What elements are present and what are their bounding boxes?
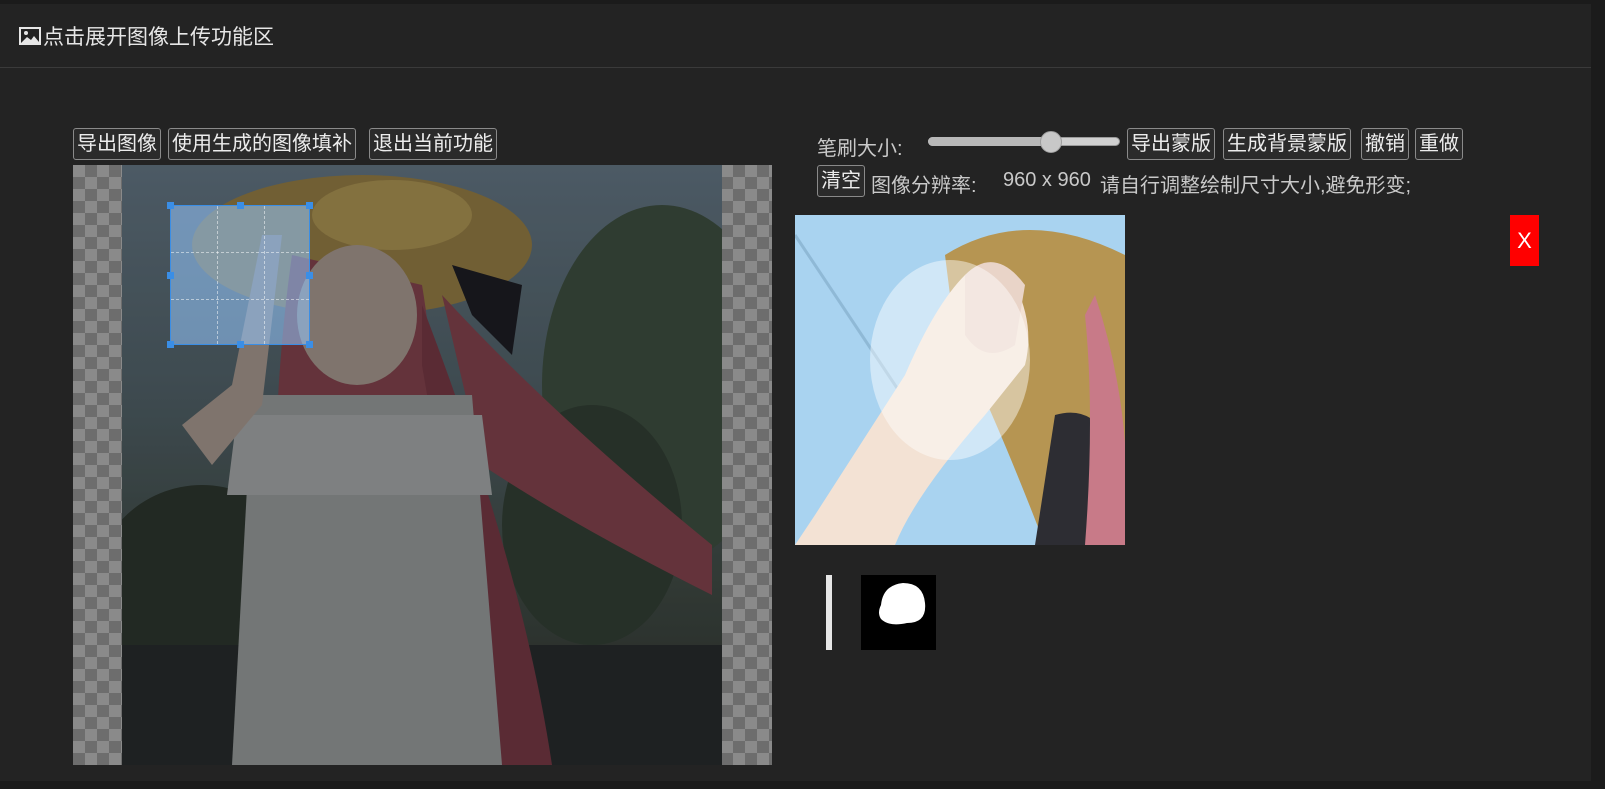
slider-fill bbox=[928, 137, 1051, 146]
resolution-value: 960 x 960 bbox=[1003, 169, 1091, 191]
exit-function-button[interactable]: 退出当前功能 bbox=[369, 128, 497, 160]
image-icon bbox=[19, 26, 41, 45]
crop-handle-left[interactable] bbox=[167, 272, 174, 279]
crop-selection-box[interactable] bbox=[167, 202, 313, 348]
redo-button[interactable]: 重做 bbox=[1415, 128, 1463, 160]
mask-shape bbox=[879, 583, 926, 625]
export-mask-button[interactable]: 导出蒙版 bbox=[1127, 128, 1215, 160]
cropped-preview-image bbox=[795, 215, 1125, 545]
brush-color-indicator bbox=[826, 575, 832, 650]
crop-grid-line bbox=[217, 206, 218, 344]
mask-thumbnail[interactable] bbox=[861, 575, 936, 650]
crop-handle-bottom-left[interactable] bbox=[167, 341, 174, 348]
crop-handle-bottom[interactable] bbox=[237, 341, 244, 348]
crop-grid-line bbox=[171, 299, 309, 300]
resolution-label: 图像分辨率: bbox=[871, 175, 977, 197]
crop-handle-top-right[interactable] bbox=[306, 202, 313, 209]
brush-size-slider[interactable] bbox=[928, 131, 1120, 153]
brush-size-label: 笔刷大小: bbox=[817, 138, 903, 160]
crop-handle-bottom-right[interactable] bbox=[306, 341, 313, 348]
generate-background-mask-button[interactable]: 生成背景蒙版 bbox=[1223, 128, 1351, 160]
slider-thumb[interactable] bbox=[1040, 131, 1062, 153]
export-image-button[interactable]: 导出图像 bbox=[73, 128, 161, 160]
mask-drawing-canvas[interactable] bbox=[795, 215, 1125, 545]
crop-grid-line bbox=[171, 252, 309, 253]
crop-handle-right[interactable] bbox=[306, 272, 313, 279]
upload-area-toggle[interactable]: 点击展开图像上传功能区 bbox=[0, 4, 1591, 68]
upload-area-title: 点击展开图像上传功能区 bbox=[43, 25, 274, 49]
crop-handle-top-left[interactable] bbox=[167, 202, 174, 209]
close-preview-button[interactable]: X bbox=[1510, 215, 1539, 266]
resolution-hint: 请自行调整绘制尺寸大小,避免形变; bbox=[1100, 175, 1412, 197]
crop-handle-top[interactable] bbox=[237, 202, 244, 209]
undo-button[interactable]: 撤销 bbox=[1361, 128, 1409, 160]
crop-grid-line bbox=[264, 206, 265, 344]
clear-button[interactable]: 清空 bbox=[817, 165, 865, 197]
image-editor-canvas[interactable] bbox=[73, 165, 772, 765]
fill-generated-image-button[interactable]: 使用生成的图像填补 bbox=[168, 128, 356, 160]
